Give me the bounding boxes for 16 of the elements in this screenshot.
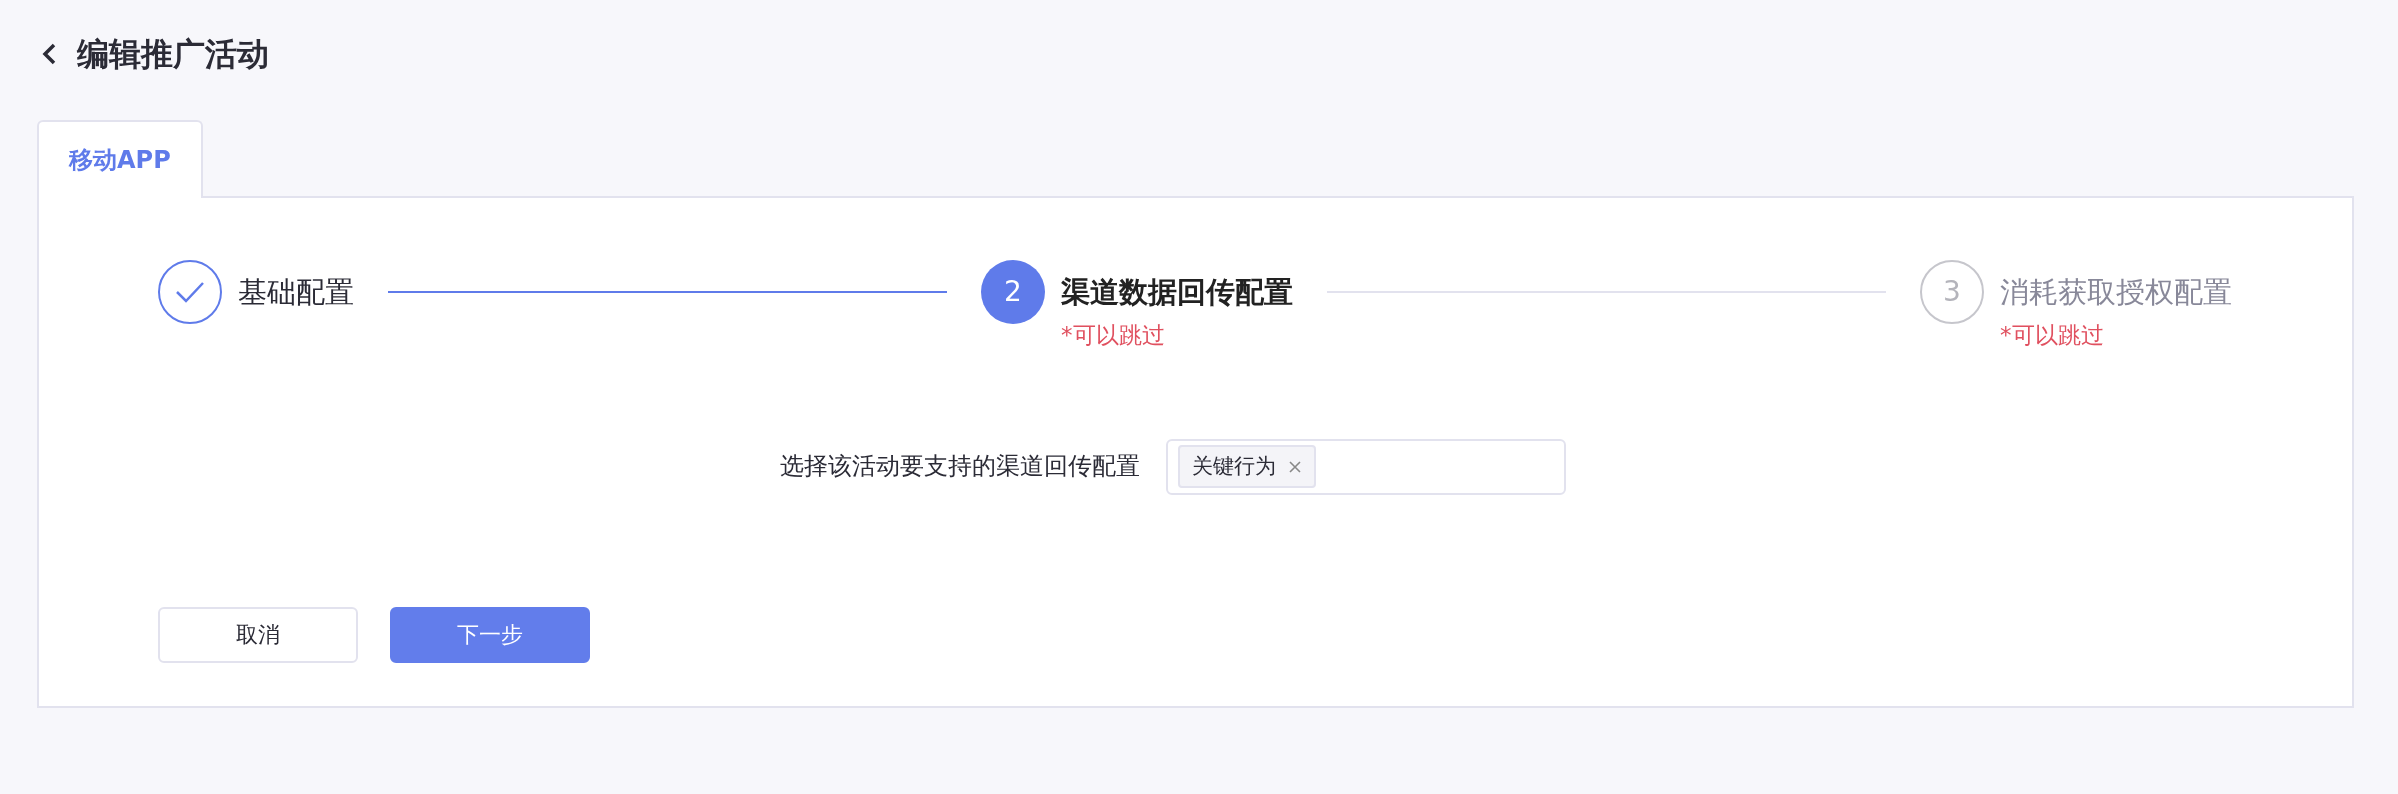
step-title: 渠道数据回传配置: [1061, 274, 1293, 311]
step-note: *可以跳过: [1061, 321, 1166, 350]
step-title: 基础配置: [238, 274, 354, 311]
next-button[interactable]: 下一步: [390, 606, 590, 663]
tag: 关键行为: [1178, 444, 1316, 489]
step-number: 3: [1920, 260, 1984, 324]
field-label: 选择该活动要支持的渠道回传配置: [780, 450, 1140, 482]
step-note: *可以跳过: [2000, 321, 2105, 350]
close-icon[interactable]: [1288, 459, 1302, 474]
back-icon[interactable]: [41, 42, 57, 66]
select-field[interactable]: 关键行为: [1166, 438, 1566, 495]
tab[interactable]: 移动APP: [37, 120, 203, 198]
page-title: 编辑推广活动: [77, 34, 269, 74]
step-number: 2: [981, 260, 1045, 324]
step-title: 消耗获取授权配置: [2000, 274, 2232, 311]
cancel-button[interactable]: 取消: [158, 606, 358, 663]
